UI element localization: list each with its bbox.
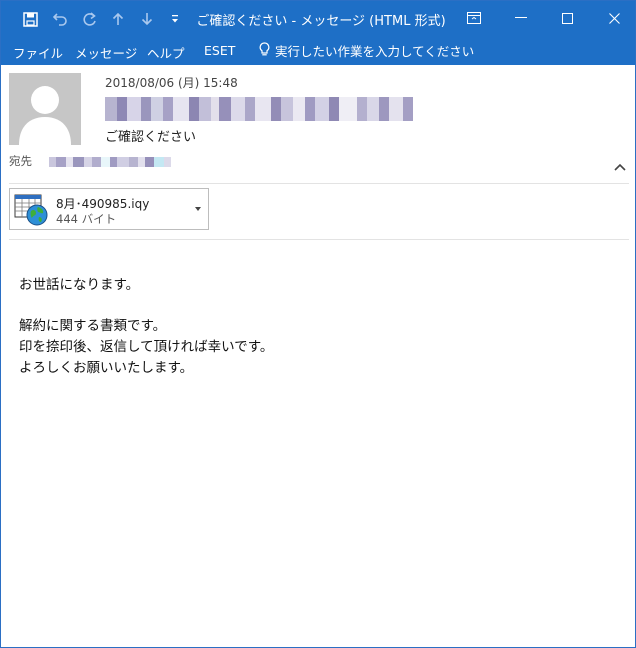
outlook-message-window: ご確認ください - メッセージ (HTML 形式) ファイル メッセージ ヘルプ… xyxy=(0,0,636,648)
up-arrow-icon[interactable] xyxy=(107,8,129,30)
close-icon[interactable] xyxy=(599,7,629,29)
message-subject: ご確認ください xyxy=(105,130,197,145)
attachment-divider xyxy=(9,239,629,240)
body-line-1: 解約に関する書類です。 xyxy=(19,318,167,334)
lightbulb-icon xyxy=(259,41,270,60)
tell-me-search[interactable]: 実行したい作業を入力してください xyxy=(259,41,474,60)
maximize-icon[interactable] xyxy=(552,7,582,29)
title-bar: ご確認ください - メッセージ (HTML 形式) xyxy=(1,1,635,37)
tab-message[interactable]: メッセージ xyxy=(75,43,137,62)
redo-icon[interactable] xyxy=(78,8,100,30)
undo-icon[interactable] xyxy=(49,8,71,30)
save-icon[interactable] xyxy=(19,8,41,30)
message-body: お世話になります。 解約に関する書類です。 印を捺印後、返信して頂ければ幸いです… xyxy=(19,275,609,379)
tab-file[interactable]: ファイル xyxy=(13,43,63,62)
attachment-size: 444 バイト xyxy=(56,212,117,226)
collapse-header-chevron-up-icon[interactable] xyxy=(611,159,629,175)
iqy-file-globe-icon xyxy=(13,193,49,227)
body-line-3: よろしくお願いいたします。 xyxy=(19,360,194,376)
attachment-dropdown-chevron-down-icon[interactable] xyxy=(192,203,204,215)
sender-avatar[interactable] xyxy=(9,73,81,145)
attachment-item[interactable]: 8月･490985.iqy 444 バイト xyxy=(9,188,209,230)
tell-me-label: 実行したい作業を入力してください xyxy=(275,44,475,59)
body-line-2: 印を捺印後、返信して頂ければ幸いです。 xyxy=(19,339,274,355)
ribbon-display-options-icon[interactable] xyxy=(459,7,489,29)
received-datetime: 2018/08/06 (月) 15:48 xyxy=(105,76,238,90)
tab-help[interactable]: ヘルプ xyxy=(147,43,185,62)
header-divider xyxy=(9,183,629,184)
ribbon-tabs: ファイル メッセージ ヘルプ ESET 実行したい作業を入力してください xyxy=(1,37,635,65)
body-greeting: お世話になります。 xyxy=(19,277,140,293)
attachment-name: 8月･490985.iqy xyxy=(56,197,150,211)
recipient-redacted[interactable] xyxy=(49,157,171,167)
minimize-icon[interactable] xyxy=(506,7,536,29)
tab-eset[interactable]: ESET xyxy=(204,43,235,58)
to-label: 宛先 xyxy=(9,154,32,168)
window-title: ご確認ください - メッセージ (HTML 形式) xyxy=(196,14,446,29)
sender-address-redacted[interactable] xyxy=(105,97,441,121)
